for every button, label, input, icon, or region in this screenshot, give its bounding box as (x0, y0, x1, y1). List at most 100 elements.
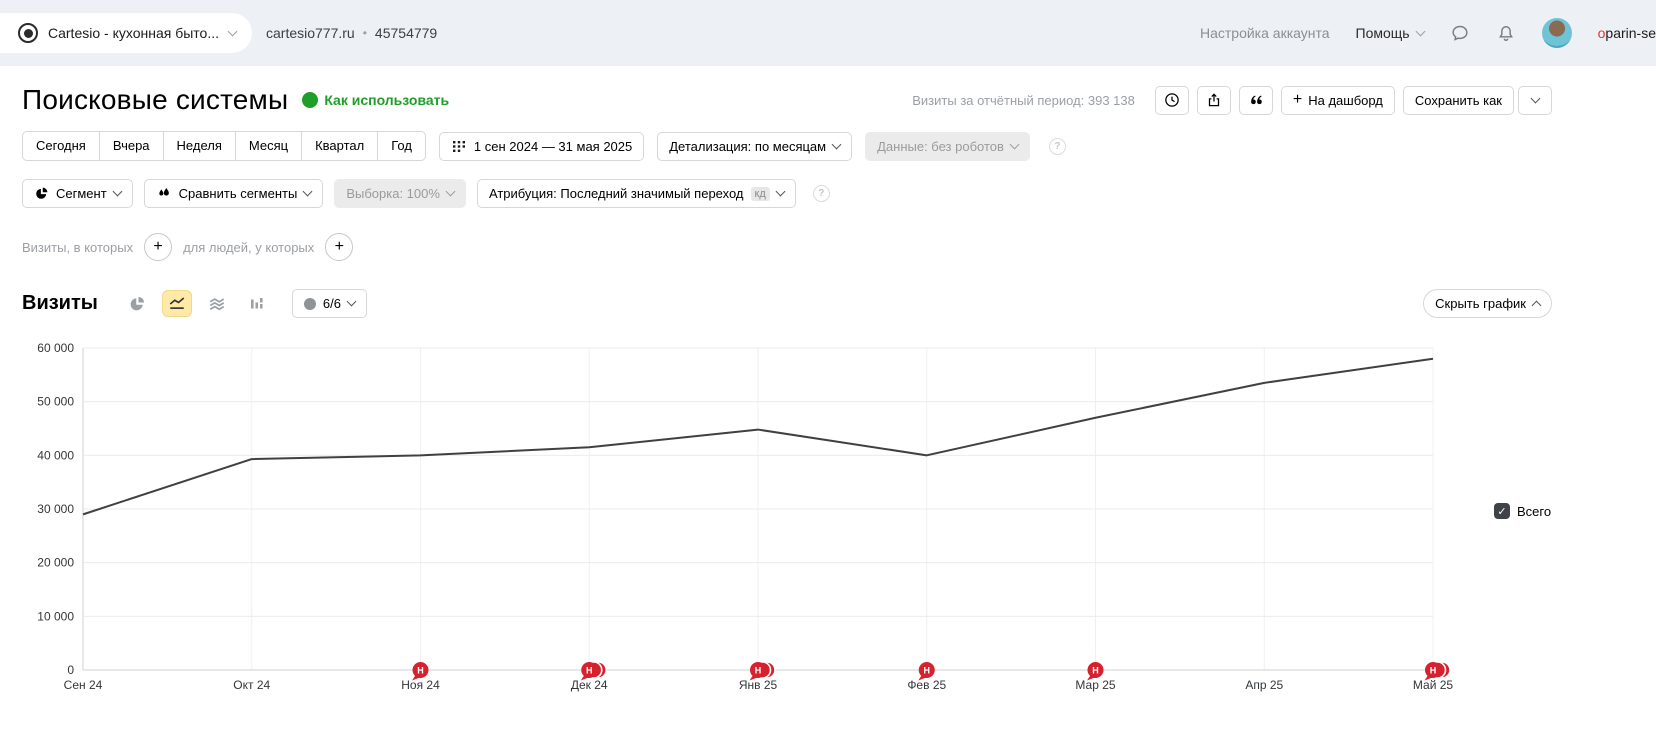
pie-chart-icon (128, 295, 146, 313)
period-tab[interactable]: Неделя (163, 132, 235, 160)
notes-button[interactable] (1239, 86, 1273, 115)
upload-icon (1205, 91, 1223, 109)
svg-text:Янв 25: Янв 25 (739, 678, 778, 692)
svg-text:30 000: 30 000 (37, 502, 74, 516)
date-range-button[interactable]: 1 сен 2024 — 31 мая 2025 (439, 132, 644, 161)
svg-text:Н: Н (1092, 665, 1099, 675)
visits-summary: Визиты за отчётный период: 393 138 (912, 93, 1135, 108)
metric-title: Визиты (22, 292, 98, 315)
attribution-badge: кд (751, 187, 770, 201)
chevron-down-icon (303, 187, 313, 197)
note-marker[interactable]: Н (1425, 662, 1451, 681)
quotes-icon (1247, 91, 1265, 109)
condition-row: Визиты, в которых + для людей, у которых… (22, 233, 1552, 261)
chart-type-pie-button[interactable] (122, 290, 152, 317)
metrics-selector-dropdown[interactable]: 6/6 (292, 289, 367, 318)
account-settings-link[interactable]: Настройка аккаунта (1200, 25, 1330, 41)
svg-text:0: 0 (67, 663, 74, 677)
date-range-label: 1 сен 2024 — 31 мая 2025 (474, 139, 632, 154)
add-visit-condition-button[interactable]: + (144, 233, 172, 261)
svg-text:50 000: 50 000 (37, 395, 74, 409)
svg-text:20 000: 20 000 (37, 556, 74, 570)
period-tabs: СегодняВчераНеделяМесяцКварталГод (22, 131, 426, 161)
chart-type-line-button[interactable] (162, 290, 192, 317)
hide-chart-label: Скрыть график (1435, 296, 1526, 311)
period-tab[interactable]: Сегодня (23, 132, 99, 160)
period-tab[interactable]: Месяц (235, 132, 301, 160)
period-tab[interactable]: Год (377, 132, 425, 160)
people-condition-label: для людей, у которых (183, 240, 314, 255)
chart-type-columns-button[interactable] (242, 290, 272, 317)
hide-chart-button[interactable]: Скрыть график (1423, 289, 1552, 318)
chevron-down-icon (112, 187, 122, 197)
counter-name: Cartesio - кухонная быто... (48, 25, 219, 41)
username[interactable]: oparin-se (1598, 25, 1656, 41)
counter-domain: cartesio777.ru (266, 25, 355, 41)
how-to-use-label: Как использовать (324, 92, 449, 108)
compare-segments-dropdown[interactable]: Сравнить сегменты (144, 179, 324, 208)
period-tab[interactable]: Вчера (99, 132, 163, 160)
compare-segments-label: Сравнить сегменты (179, 186, 298, 201)
period-filter-row: СегодняВчераНеделяМесяцКварталГод 1 сен … (22, 131, 1552, 161)
svg-text:Дек 24: Дек 24 (571, 678, 608, 692)
svg-text:10 000: 10 000 (37, 609, 74, 623)
add-people-condition-button[interactable]: + (325, 233, 353, 261)
chevron-down-icon (1415, 26, 1425, 36)
visits-condition-label: Визиты, в которых (22, 240, 133, 255)
plus-icon: + (1293, 91, 1302, 109)
pie-segment-icon (34, 186, 49, 201)
segment-label: Сегмент (56, 186, 107, 201)
counter-meta: cartesio777.ru • 45754779 (266, 25, 437, 41)
how-to-use-link[interactable]: i Как использовать (302, 92, 449, 108)
chevron-down-icon (228, 26, 238, 36)
topbar: Cartesio - кухонная быто... cartesio777.… (0, 0, 1656, 66)
checkbox-checked-icon[interactable]: ✓ (1494, 503, 1510, 519)
metric-color-dot-icon (304, 298, 316, 310)
detalization-label: Детализация: по месяцам (669, 139, 826, 154)
data-mode-dropdown[interactable]: Данные: без роботов (865, 132, 1030, 161)
two-drops-icon (156, 186, 172, 202)
svg-text:Н: Н (586, 665, 593, 675)
period-tab[interactable]: Квартал (301, 132, 377, 160)
line-chart-canvas[interactable]: 010 00020 00030 00040 00050 00060 000Сен… (0, 340, 1656, 702)
calendar-grid-icon (451, 138, 467, 154)
counter-selector[interactable]: Cartesio - кухонная быто... (0, 13, 252, 53)
help-question-icon[interactable]: ? (813, 185, 830, 202)
bell-icon[interactable] (1496, 23, 1516, 43)
note-marker[interactable]: Н (581, 662, 607, 681)
svg-text:Мар 25: Мар 25 (1075, 678, 1115, 692)
save-as-dropdown-button[interactable] (1518, 86, 1552, 115)
legend-label: Всего (1517, 504, 1551, 519)
segment-dropdown[interactable]: Сегмент (22, 179, 133, 208)
svg-text:Сен 24: Сен 24 (64, 678, 103, 692)
legend-total[interactable]: ✓ Всего (1494, 503, 1551, 519)
svg-text:Н: Н (755, 665, 762, 675)
note-marker[interactable]: Н (750, 662, 776, 681)
clock-icon (1163, 91, 1181, 109)
metrica-counter-logo-icon (18, 23, 38, 43)
chevron-up-icon (1532, 300, 1542, 310)
metrics-count-label: 6/6 (323, 296, 341, 311)
help-menu[interactable]: Помощь (1356, 25, 1424, 41)
help-question-icon[interactable]: ? (1049, 138, 1066, 155)
save-as-button[interactable]: Сохранить как (1403, 86, 1514, 115)
page-title: Поисковые системы (22, 84, 288, 116)
attribution-label: Атрибуция: Последний значимый переход (489, 186, 744, 201)
svg-text:Фев 25: Фев 25 (907, 678, 946, 692)
counter-id: 45754779 (375, 25, 437, 41)
visits-chart: 010 00020 00030 00040 00050 00060 000Сен… (0, 340, 1656, 707)
svg-text:60 000: 60 000 (37, 341, 74, 355)
chevron-down-icon (775, 187, 785, 197)
info-icon: i (302, 92, 318, 108)
attribution-dropdown[interactable]: Атрибуция: Последний значимый переход кд (477, 179, 796, 208)
sampling-dropdown[interactable]: Выборка: 100% (334, 179, 466, 208)
history-button[interactable] (1155, 86, 1189, 115)
svg-text:Апр 25: Апр 25 (1245, 678, 1283, 692)
avatar[interactable] (1542, 18, 1572, 48)
export-button[interactable] (1197, 86, 1231, 115)
detalization-dropdown[interactable]: Детализация: по месяцам (657, 132, 852, 161)
add-to-dashboard-button[interactable]: + На дашборд (1281, 86, 1395, 115)
chat-bubble-icon[interactable] (1450, 23, 1470, 43)
chart-type-area-button[interactable] (202, 290, 232, 317)
chevron-down-icon (1009, 139, 1019, 149)
